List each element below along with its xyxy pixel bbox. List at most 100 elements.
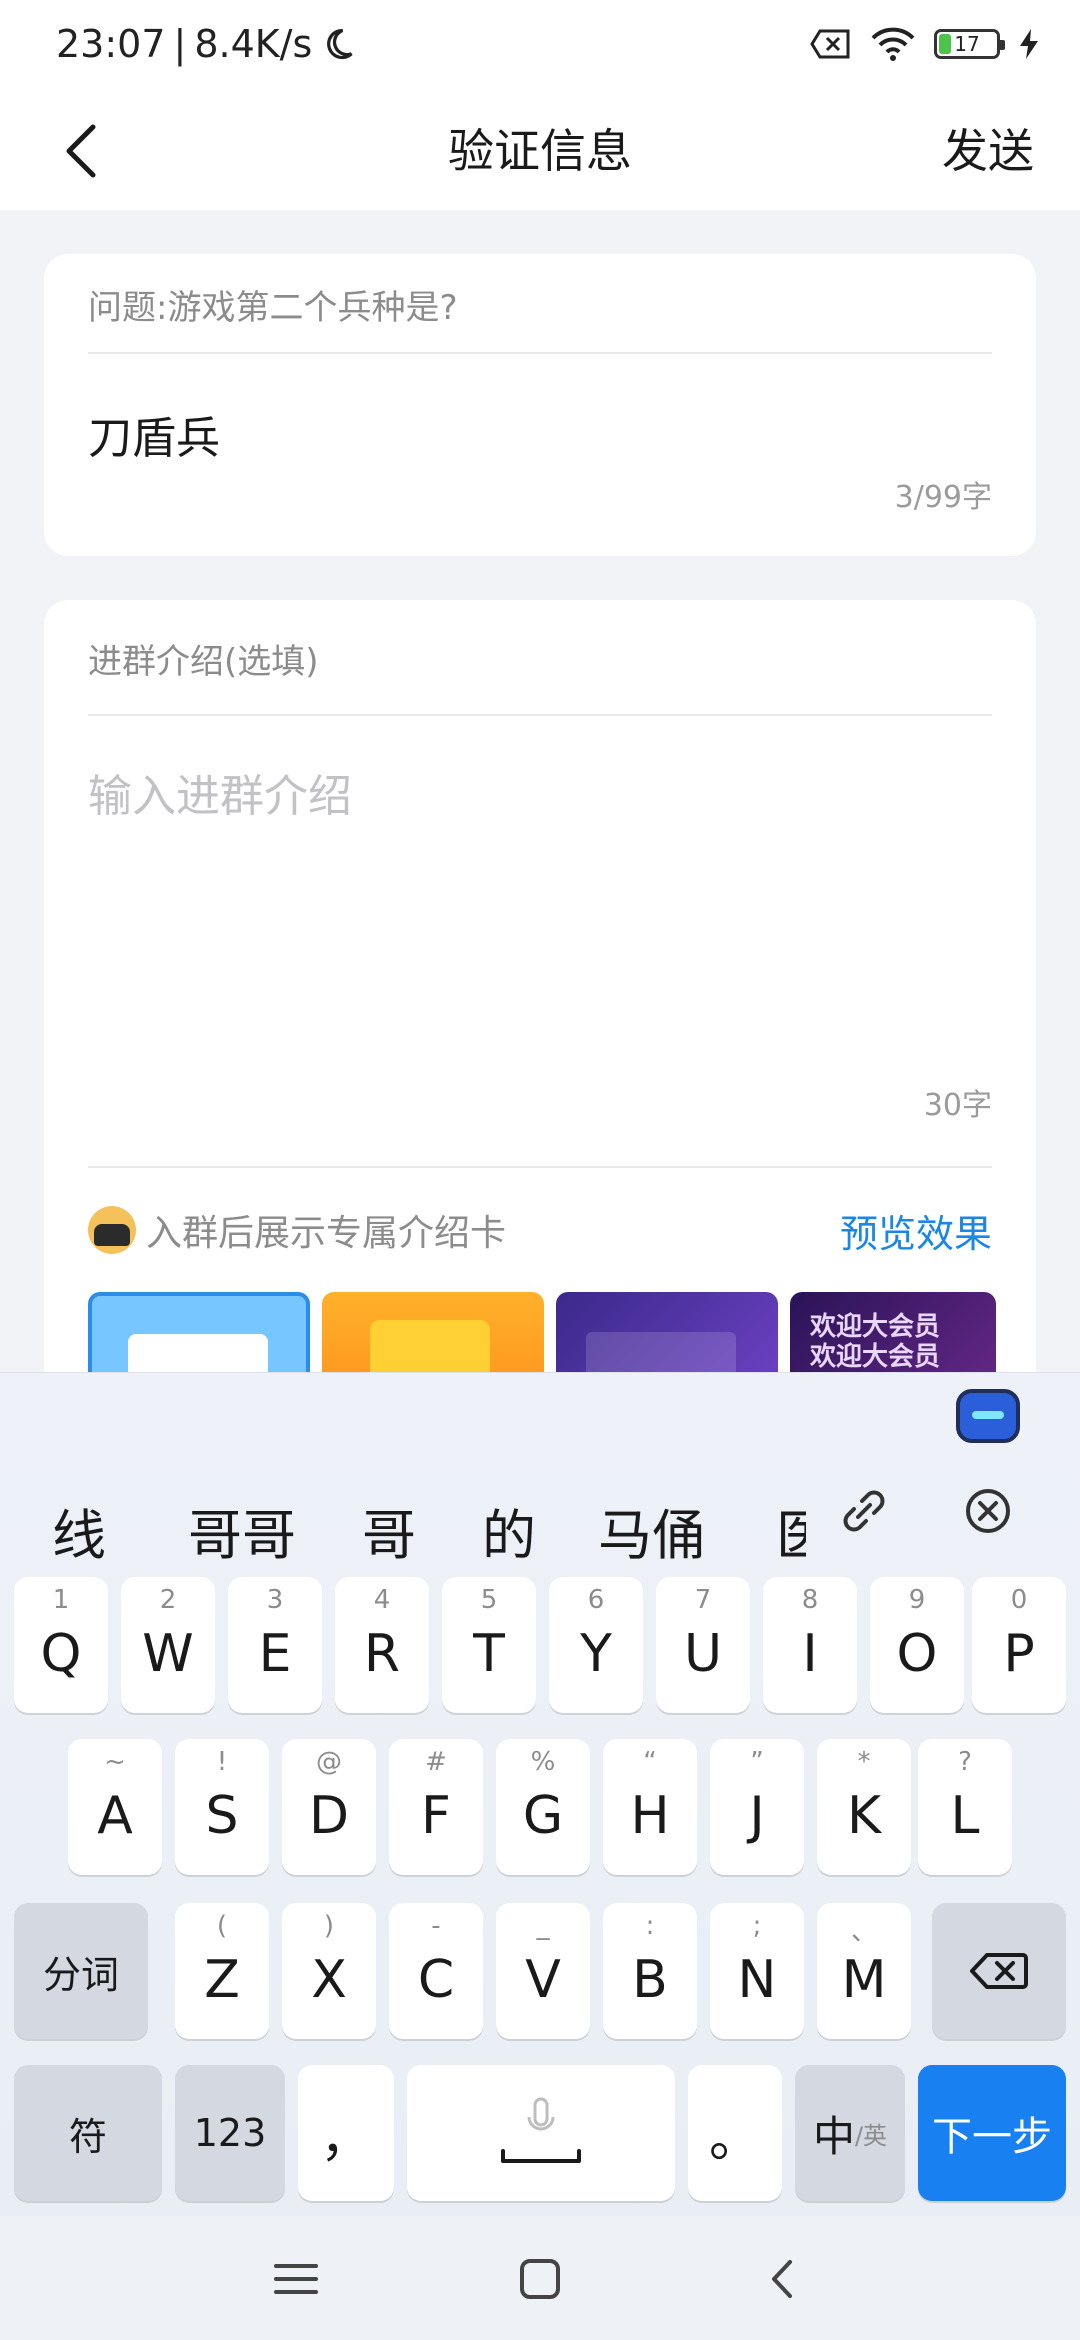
key-z[interactable]: (Z — [175, 1903, 269, 2039]
key-n[interactable]: ; N — [710, 1903, 804, 2039]
crown-icon — [88, 1206, 136, 1254]
key-label: K — [846, 1786, 882, 1846]
space-key[interactable] — [407, 2065, 675, 2201]
candidate-word[interactable]: 医 — [776, 1491, 806, 1570]
key-sub-label: 5 — [480, 1585, 498, 1615]
key-sub-label: 7 — [694, 1585, 712, 1615]
key-p[interactable]: 0P — [972, 1577, 1066, 1713]
candidate-word[interactable]: 的 — [482, 1491, 536, 1570]
key-t[interactable]: 5T — [442, 1577, 536, 1713]
key-sub-label: ? — [958, 1747, 972, 1777]
status-time: 23:07 — [56, 22, 166, 66]
key-i[interactable]: 8I — [763, 1577, 857, 1713]
assistant-robot-icon[interactable] — [956, 1389, 1020, 1443]
language-switch-key[interactable]: 中/英 — [795, 2065, 905, 2201]
key-m[interactable]: 、 M — [817, 1903, 911, 2039]
page-title: 验证信息 — [448, 124, 632, 178]
backspace-icon — [970, 1953, 1028, 1989]
backspace-key[interactable] — [932, 1903, 1066, 2039]
key-sub-label: 1 — [52, 1585, 70, 1615]
key-v[interactable]: _ V — [496, 1903, 590, 2039]
status-separator: | — [173, 22, 187, 66]
key-sub-label: 8 — [801, 1585, 819, 1615]
intro-card-promo-row: 入群后展示专属介绍卡 预览效果 — [88, 1200, 992, 1260]
battery-level: 17 — [954, 32, 980, 56]
intro-label: 进群介绍(选填) — [88, 642, 319, 682]
split-word-key[interactable]: 分词 — [14, 1903, 148, 2039]
home-icon[interactable] — [512, 2254, 568, 2304]
key-label: S — [205, 1786, 239, 1846]
candidate-word[interactable]: 线 — [52, 1491, 106, 1570]
key-label: O — [896, 1624, 938, 1684]
key-sub-label: ~ — [104, 1747, 126, 1777]
key-sub-label: ” — [750, 1747, 764, 1777]
key-b[interactable]: :B — [603, 1903, 697, 2039]
key-sub-label: 0 — [1010, 1585, 1028, 1615]
numbers-key[interactable]: 123 — [175, 2065, 285, 2201]
send-button[interactable]: 发送 — [942, 116, 1034, 186]
clipboard-link-icon[interactable] — [832, 1479, 896, 1543]
key-o[interactable]: 9O — [870, 1577, 964, 1713]
key-r[interactable]: 4R — [335, 1577, 429, 1713]
key-label: G — [522, 1786, 564, 1846]
key-sub-label: 9 — [908, 1585, 926, 1615]
key-q[interactable]: 1Q — [14, 1577, 108, 1713]
key-label: X — [311, 1950, 347, 2010]
key-j[interactable]: ” J — [710, 1739, 804, 1875]
charging-icon — [1020, 29, 1038, 59]
key-sub-label: % — [530, 1747, 556, 1777]
key-sub-label: 4 — [373, 1585, 391, 1615]
moon-icon — [327, 28, 353, 60]
candidate-word[interactable]: 哥 — [362, 1491, 416, 1570]
key-s[interactable]: ! S — [175, 1739, 269, 1875]
key-sub-label: “ — [643, 1747, 657, 1777]
key-e[interactable]: 3E — [228, 1577, 322, 1713]
key-c[interactable]: -C — [389, 1903, 483, 2039]
key-x[interactable]: ) X — [282, 1903, 376, 2039]
key-label: D — [308, 1786, 350, 1846]
key-label: Q — [40, 1624, 82, 1684]
wifi-icon — [871, 27, 915, 61]
answer-input[interactable]: 刀盾兵 — [88, 402, 220, 466]
period-key[interactable]: 。 — [688, 2065, 782, 2201]
key-sub-label: ! — [216, 1747, 228, 1777]
preview-effect-link[interactable]: 预览效果 — [840, 1203, 992, 1258]
divider — [88, 1166, 992, 1168]
comma-key[interactable]: ， — [298, 2065, 394, 2201]
key-label: A — [97, 1786, 133, 1846]
intro-card-promo-text: 入群后展示专属介绍卡 — [146, 1213, 507, 1254]
keyboard: 线 哥哥 哥 的 马俑 医 1Q 2W 3E 4R 5T 6Y 7U 8I 9O… — [0, 1372, 1080, 2340]
key-l[interactable]: ? L — [918, 1739, 1012, 1875]
key-sub-label: _ — [536, 1911, 550, 1941]
key-a[interactable]: ~ A — [68, 1739, 162, 1875]
style-thumb-text-line: 欢迎大会员 — [810, 1342, 941, 1372]
symbols-key[interactable]: 符 — [14, 2065, 162, 2201]
intro-card: 进群介绍(选填) 输入进群介绍 30字 入群后展示专属介绍卡 预览效果 欢迎大会… — [44, 600, 1036, 1400]
key-sub-label: - — [431, 1911, 441, 1941]
battery-indicator: 17 — [934, 29, 1005, 59]
question-label: 问题:游戏第二个兵种是? — [88, 288, 458, 328]
key-sub-label: 2 — [159, 1585, 177, 1615]
key-label: U — [683, 1624, 723, 1684]
status-right: 17 — [810, 26, 1040, 62]
close-candidates-icon[interactable] — [956, 1479, 1020, 1543]
menu-icon[interactable] — [268, 2254, 324, 2304]
key-y[interactable]: 6Y — [549, 1577, 643, 1713]
back-nav-icon[interactable] — [756, 2254, 812, 2304]
key-label: M — [841, 1950, 887, 2010]
key-h[interactable]: “H — [603, 1739, 697, 1875]
key-k[interactable]: * K — [817, 1739, 911, 1875]
key-u[interactable]: 7U — [656, 1577, 750, 1713]
intro-input[interactable]: 输入进群介绍 — [88, 760, 352, 824]
key-sub-label: ; — [752, 1911, 762, 1941]
next-step-key[interactable]: 下一步 — [918, 2065, 1066, 2201]
candidate-word[interactable]: 马俑 — [598, 1491, 706, 1570]
divider — [88, 352, 992, 354]
key-g[interactable]: % G — [496, 1739, 590, 1875]
key-f[interactable]: # F — [389, 1739, 483, 1875]
key-label: H — [630, 1786, 670, 1846]
candidate-word[interactable]: 哥哥 — [188, 1491, 296, 1570]
key-w[interactable]: 2W — [121, 1577, 215, 1713]
key-sub-label: ) — [323, 1911, 335, 1941]
key-d[interactable]: @ D — [282, 1739, 376, 1875]
